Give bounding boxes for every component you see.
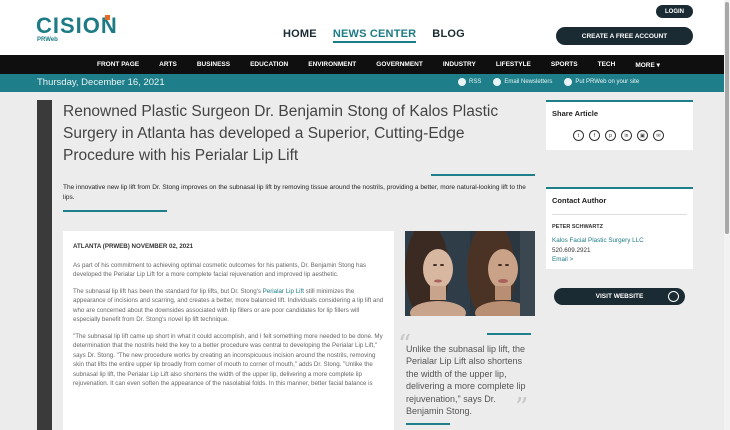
category-environment[interactable]: ENVIRONMENT <box>308 61 356 68</box>
nav-blog[interactable]: BLOG <box>432 28 465 43</box>
globe-icon <box>668 291 679 302</box>
category-sports[interactable]: SPORTS <box>551 61 578 68</box>
perialar-lip-lift-link[interactable]: Perialar Lip Lift <box>263 288 304 295</box>
article-paragraph-3: "The subnasal lip lift came up short in … <box>73 332 383 388</box>
contact-author-card: Contact Author PETER SCHWARTZ Kalos Faci… <box>546 187 693 269</box>
top-navigation: HOME NEWS CENTER BLOG <box>283 28 465 43</box>
logo-accent-mark <box>105 15 110 20</box>
rss-icon <box>458 78 466 86</box>
category-business[interactable]: BUSINESS <box>197 61 230 68</box>
nav-news-center[interactable]: NEWS CENTER <box>332 28 417 43</box>
visit-website-label: VISIT WEBSITE <box>595 293 644 300</box>
category-tech[interactable]: TECH <box>598 61 616 68</box>
author-phone: 520.609.2921 <box>552 247 591 254</box>
title-divider <box>431 174 535 176</box>
cision-logo[interactable]: CISION PRWeb <box>36 15 118 44</box>
quote-divider <box>406 423 450 425</box>
email-icon[interactable]: ✉ <box>653 130 664 141</box>
article-title: Renowned Plastic Surgeon Dr. Benjamin St… <box>63 103 499 164</box>
category-lifestyle[interactable]: LIFESTYLE <box>496 61 531 68</box>
paragraph-2-text-a: The subnasal lip lift has been the stand… <box>73 287 263 295</box>
put-prweb-link[interactable]: Put PRWeb on your site <box>564 78 639 86</box>
category-education[interactable]: EDUCATION <box>250 61 288 68</box>
category-more-dropdown[interactable]: MORE ▾ <box>635 61 660 69</box>
article-paragraph-1: As part of his commitment to achieving o… <box>73 261 367 279</box>
put-prweb-label: Put PRWeb on your site <box>575 79 640 85</box>
twitter-icon[interactable]: t <box>573 130 584 141</box>
site-header: CISION PRWeb HOME NEWS CENTER BLOG LOGIN… <box>0 0 724 55</box>
share-article-title: Share Article <box>552 109 598 118</box>
photo-divider <box>487 333 531 335</box>
category-industry[interactable]: INDUSTRY <box>443 61 476 68</box>
organization-link[interactable]: Kalos Facial Plastic Surgery LLC <box>552 237 644 244</box>
article-summary: The innovative new lip lift from Dr. Sto… <box>63 184 526 201</box>
create-account-button[interactable]: CREATE A FREE ACCOUNT <box>556 27 693 45</box>
linkedin-icon[interactable]: in <box>621 130 632 141</box>
email-newsletters-link[interactable]: Email Newsletters <box>493 78 552 86</box>
code-icon <box>564 78 573 86</box>
category-arts[interactable]: ARTS <box>159 61 177 68</box>
category-nav: FRONT PAGE ARTS BUSINESS EDUCATION ENVIR… <box>0 55 724 74</box>
contact-author-title: Contact Author <box>552 196 607 205</box>
author-name: PETER SCHWARTZ <box>552 224 604 230</box>
before-after-photo[interactable] <box>405 231 535 316</box>
current-date: Thursday, December 16, 2021 <box>37 77 165 88</box>
visit-website-button[interactable]: VISIT WEBSITE <box>554 288 685 305</box>
scrollbar-thumb[interactable] <box>725 2 729 234</box>
article-paragraph-2: The subnasal lip lift has been the stand… <box>73 287 384 325</box>
envelope-icon <box>493 78 502 86</box>
contact-divider <box>552 214 687 215</box>
rss-link[interactable]: RSS <box>458 78 481 86</box>
article-dateline: ATLANTA (PRWEB) NOVEMBER 02, 2021 <box>73 243 194 250</box>
author-email-link[interactable]: Email > <box>552 256 573 263</box>
share-article-card: Share Article t f p in ▣ ✉ <box>546 100 693 150</box>
nav-home[interactable]: HOME <box>283 28 317 43</box>
pinterest-icon[interactable]: p <box>605 130 616 141</box>
article-accent-bar <box>37 100 52 430</box>
login-button[interactable]: LOGIN <box>656 5 693 18</box>
print-icon[interactable]: ▣ <box>637 130 648 141</box>
summary-divider <box>63 210 167 212</box>
quote-close-icon: ” <box>515 393 529 423</box>
article-body: ATLANTA (PRWEB) NOVEMBER 02, 2021 As par… <box>63 231 394 430</box>
category-front-page[interactable]: FRONT PAGE <box>97 61 139 68</box>
rss-label: RSS <box>469 79 482 85</box>
email-newsletters-label: Email Newsletters <box>504 79 553 85</box>
date-bar: Thursday, December 16, 2021 RSS Email Ne… <box>0 74 724 92</box>
category-government[interactable]: GOVERNMENT <box>376 61 423 68</box>
facebook-icon[interactable]: f <box>589 130 600 141</box>
